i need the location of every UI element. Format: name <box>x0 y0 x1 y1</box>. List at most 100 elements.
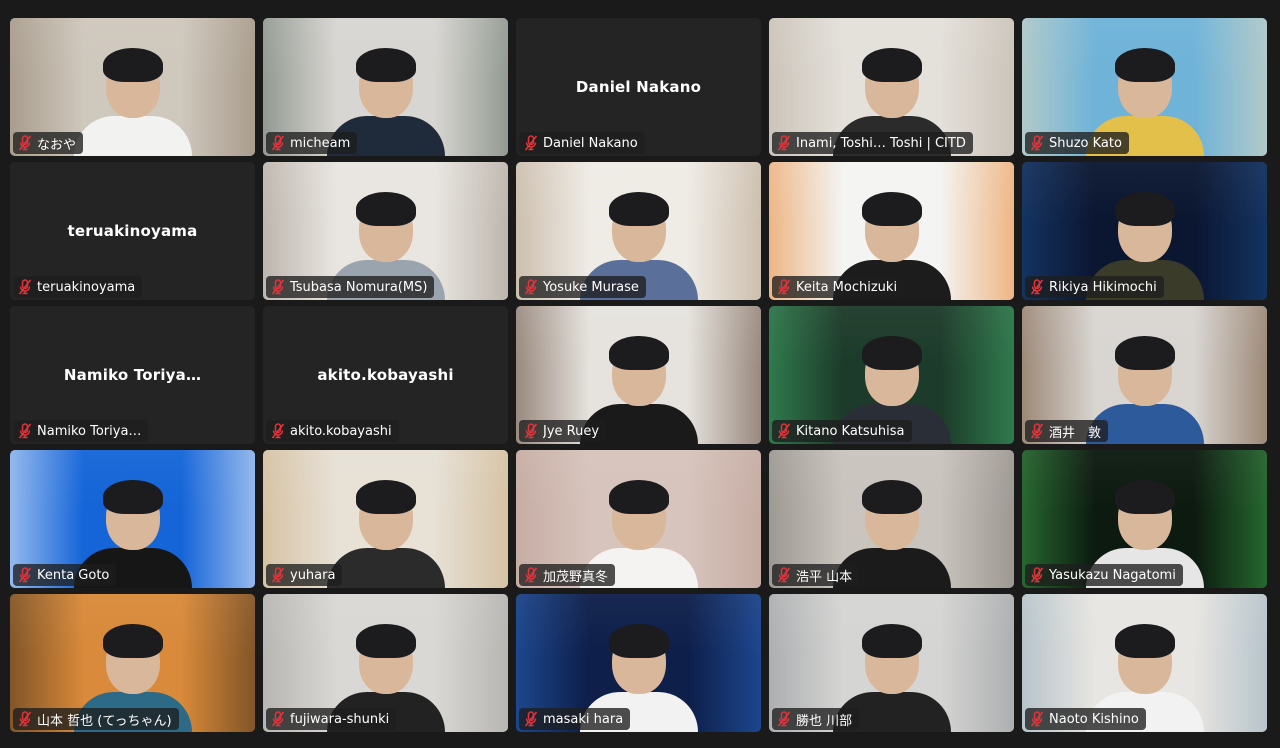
participant-tile-9[interactable]: Keita Mochizuki <box>769 162 1014 300</box>
participant-name: fujiwara-shunki <box>290 711 390 727</box>
participant-tile-2[interactable]: micheam <box>263 18 508 156</box>
participant-tile-23[interactable]: masaki hara <box>516 594 761 732</box>
participant-name-label: 酒井 敦 <box>1025 420 1109 442</box>
participant-name: masaki hara <box>543 711 624 727</box>
microphone-muted-icon <box>271 423 285 439</box>
participant-name: Namiko Toriya… <box>37 423 142 439</box>
participant-name-label: fujiwara-shunki <box>266 708 397 730</box>
participant-display-name: Namiko Toriya… <box>63 366 202 384</box>
participant-name-label: Kitano Katsuhisa <box>772 420 912 442</box>
participant-name: Yosuke Murase <box>543 279 639 295</box>
participant-name: 酒井 敦 <box>1049 425 1102 441</box>
participant-tile-21[interactable]: 山本 哲也 (てっちゃん) <box>10 594 255 732</box>
participant-name-label: 浩平 山本 <box>772 564 860 586</box>
participant-name: Tsubasa Nomura(MS) <box>290 279 428 295</box>
microphone-muted-icon <box>18 279 32 295</box>
participant-display-name: akito.kobayashi <box>317 366 454 384</box>
microphone-muted-icon <box>524 135 538 151</box>
participant-name: teruakinoyama <box>37 279 136 295</box>
microphone-muted-icon <box>18 423 32 439</box>
participant-name: Rikiya Hikimochi <box>1049 279 1157 295</box>
microphone-muted-icon <box>524 423 538 439</box>
participant-name-label: Jye Ruey <box>519 420 607 442</box>
participant-name-label: Yosuke Murase <box>519 276 646 298</box>
participant-tile-18[interactable]: 加茂野真冬 <box>516 450 761 588</box>
microphone-muted-icon <box>271 279 285 295</box>
participant-name: akito.kobayashi <box>290 423 392 439</box>
participant-name-label: 山本 哲也 (てっちゃん) <box>13 708 179 730</box>
participant-display-name: teruakinoyama <box>67 222 198 240</box>
participant-tile-1[interactable]: なおや <box>10 18 255 156</box>
participant-name: なおや <box>37 137 77 153</box>
participant-name: 山本 哲也 (てっちゃん) <box>37 713 172 729</box>
participant-name-label: Tsubasa Nomura(MS) <box>266 276 435 298</box>
participant-tile-10[interactable]: Rikiya Hikimochi <box>1022 162 1267 300</box>
microphone-muted-icon <box>777 567 791 583</box>
participant-tile-5[interactable]: Shuzo Kato <box>1022 18 1267 156</box>
participant-display-name: Daniel Nakano <box>575 78 702 96</box>
microphone-muted-icon <box>18 711 32 727</box>
microphone-muted-icon <box>524 711 538 727</box>
microphone-muted-icon <box>777 279 791 295</box>
participant-name-label: Daniel Nakano <box>519 132 645 154</box>
microphone-muted-icon <box>777 711 791 727</box>
participant-name: 勝也 川部 <box>796 713 853 729</box>
microphone-muted-icon <box>777 135 791 151</box>
participant-name-label: micheam <box>266 132 358 154</box>
participant-name-label: Keita Mochizuki <box>772 276 905 298</box>
participant-tile-13[interactable]: Jye Ruey <box>516 306 761 444</box>
participant-name-label: Inami, Toshi… Toshi | CITD <box>772 132 973 154</box>
microphone-muted-icon <box>524 567 538 583</box>
participant-name-label: masaki hara <box>519 708 631 730</box>
participant-tile-6[interactable]: teruakinoyama teruakinoyama <box>10 162 255 300</box>
participant-tile-14[interactable]: Kitano Katsuhisa <box>769 306 1014 444</box>
video-gallery-grid: なおや micheam Daniel Nakano Daniel Nakano … <box>10 18 1267 732</box>
microphone-muted-icon <box>1030 423 1044 439</box>
participant-name: yuhara <box>290 567 336 583</box>
participant-figure <box>73 44 193 156</box>
participant-name: micheam <box>290 135 351 151</box>
participant-name-label: Namiko Toriya… <box>13 420 149 442</box>
participant-name-label: なおや <box>13 132 84 154</box>
microphone-muted-icon <box>1030 567 1044 583</box>
participant-tile-12[interactable]: akito.kobayashi akito.kobayashi <box>263 306 508 444</box>
microphone-muted-icon <box>777 423 791 439</box>
participant-tile-19[interactable]: 浩平 山本 <box>769 450 1014 588</box>
participant-name: Daniel Nakano <box>543 135 638 151</box>
microphone-muted-icon <box>18 567 32 583</box>
microphone-muted-icon <box>1030 135 1044 151</box>
participant-name-label: Kenta Goto <box>13 564 117 586</box>
participant-tile-16[interactable]: Kenta Goto <box>10 450 255 588</box>
participant-name: Shuzo Kato <box>1049 135 1122 151</box>
participant-name-label: Yasukazu Nagatomi <box>1025 564 1183 586</box>
participant-name: Inami, Toshi… Toshi | CITD <box>796 135 966 151</box>
participant-tile-22[interactable]: fujiwara-shunki <box>263 594 508 732</box>
participant-tile-17[interactable]: yuhara <box>263 450 508 588</box>
participant-name: Yasukazu Nagatomi <box>1049 567 1176 583</box>
participant-name: 浩平 山本 <box>796 569 853 585</box>
participant-tile-25[interactable]: Naoto Kishino <box>1022 594 1267 732</box>
participant-name: Naoto Kishino <box>1049 711 1139 727</box>
participant-name-label: 勝也 川部 <box>772 708 860 730</box>
participant-name-label: Shuzo Kato <box>1025 132 1129 154</box>
participant-tile-4[interactable]: Inami, Toshi… Toshi | CITD <box>769 18 1014 156</box>
participant-name: Jye Ruey <box>543 423 600 439</box>
participant-tile-11[interactable]: Namiko Toriya… Namiko Toriya… <box>10 306 255 444</box>
participant-name: Keita Mochizuki <box>796 279 898 295</box>
microphone-muted-icon <box>271 711 285 727</box>
participant-tile-15[interactable]: 酒井 敦 <box>1022 306 1267 444</box>
participant-tile-7[interactable]: Tsubasa Nomura(MS) <box>263 162 508 300</box>
participant-name: 加茂野真冬 <box>543 569 609 585</box>
participant-tile-24[interactable]: 勝也 川部 <box>769 594 1014 732</box>
participant-name-label: akito.kobayashi <box>266 420 399 442</box>
participant-tile-3[interactable]: Daniel Nakano Daniel Nakano <box>516 18 761 156</box>
participant-name-label: Rikiya Hikimochi <box>1025 276 1164 298</box>
participant-figure <box>326 476 446 588</box>
participant-tile-20[interactable]: Yasukazu Nagatomi <box>1022 450 1267 588</box>
microphone-muted-icon <box>1030 279 1044 295</box>
microphone-muted-icon <box>18 135 32 151</box>
participant-tile-8[interactable]: Yosuke Murase <box>516 162 761 300</box>
participant-name-label: yuhara <box>266 564 343 586</box>
participant-name: Kitano Katsuhisa <box>796 423 905 439</box>
participant-name-label: teruakinoyama <box>13 276 143 298</box>
